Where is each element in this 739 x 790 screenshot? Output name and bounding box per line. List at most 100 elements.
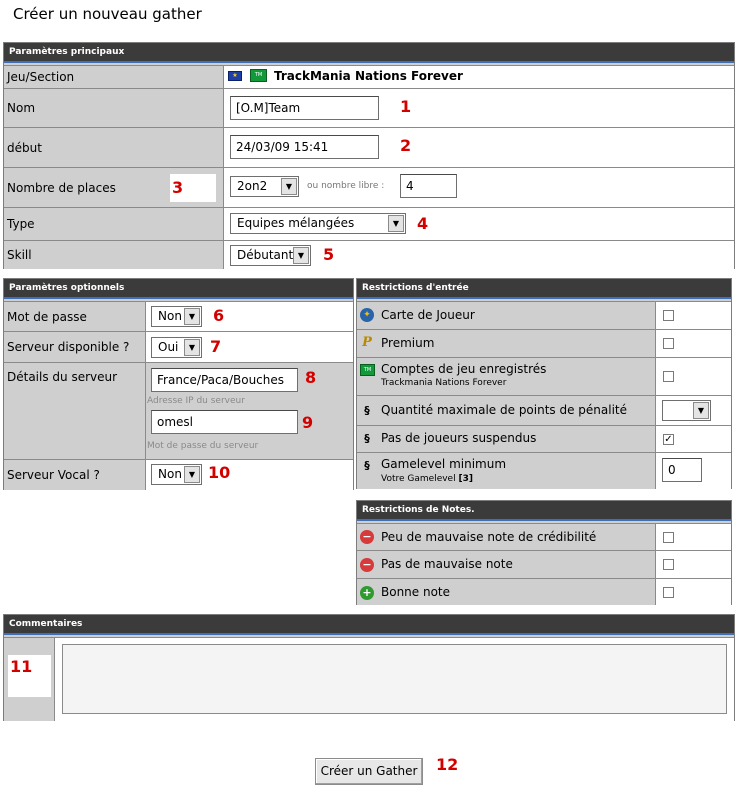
comments-row: 11 [4,637,734,721]
minus-circle-icon: − [360,558,374,572]
annotation-10: 10 [208,463,231,482]
optional-parameters-header: Paramètres optionnels [4,279,353,299]
notes-row-good: + Bonne note [357,578,731,605]
penalty-select[interactable]: ▼ [662,400,711,421]
annotation-5: 5 [323,245,335,264]
minus-circle-icon: − [360,530,374,544]
skill-label: Skill [4,241,223,269]
player-card-checkbox[interactable] [663,310,674,321]
annotation-6: 6 [213,306,225,325]
server-select-value: Oui [158,340,179,354]
create-gather-button[interactable]: Créer un Gather [315,758,423,785]
voice-select[interactable]: Non ▼ [151,464,202,485]
start-date-input[interactable]: 24/03/09 15:41 [230,135,379,159]
tmnf-logo-icon: TM [250,69,267,82]
start-row: début 24/03/09 15:41 2 [4,127,734,167]
password-select[interactable]: Non ▼ [151,306,202,327]
annotation-8: 8 [305,368,317,387]
annotation-7: 7 [210,337,222,356]
chevron-down-icon: ▼ [293,247,309,264]
game-account-checkbox[interactable] [663,371,674,382]
gamelevel-sub-prefix: Votre Gamelevel [381,474,456,484]
premium-icon: P [362,335,372,350]
chevron-down-icon: ▼ [184,339,200,356]
section-icon: § [364,432,370,445]
skill-select-value: Débutant [237,248,294,262]
type-select[interactable]: Equipes mélangées ▼ [230,213,406,234]
places-select[interactable]: 2on2 ▼ [230,176,299,197]
notes-row-no-bad: − Pas de mauvaise note [357,550,731,578]
server-details-label: Détails du serveur [4,363,145,459]
chevron-down-icon: ▼ [281,178,297,195]
type-row: Type Equipes mélangées ▼ 4 [4,207,734,240]
notes-restrictions-header: Restrictions de Notes. [357,501,731,521]
entry-row-premium: P Premium [357,329,731,357]
section-icon: § [364,459,370,472]
notes-row-credibility: − Peu de mauvaise note de crédibilité [357,523,731,550]
server-password-hint: Mot de passe du serveur [147,441,259,451]
credibility-checkbox[interactable] [663,532,674,543]
game-account-icon: TM [360,364,375,376]
comments-header: Commentaires [4,615,734,635]
chevron-down-icon: ▼ [184,466,200,483]
chevron-down-icon: ▼ [388,215,404,232]
entry-sub-game-account: Trackmania Nations Forever [381,378,507,388]
name-row: Nom [O.M]Team 1 [4,88,734,127]
entry-label-penalty: Quantité maximale de points de pénalité [381,403,628,417]
entry-row-game-account: TM Comptes de jeu enregistrés Trackmania… [357,357,731,395]
name-input[interactable]: [O.M]Team [230,96,379,120]
player-card-icon: ✦ [360,308,374,322]
entry-label-gamelevel: Gamelevel minimum [381,457,507,471]
entry-label-game-account: Comptes de jeu enregistrés [381,362,547,376]
entry-label-player-card: Carte de Joueur [381,308,475,322]
start-label: début [4,128,223,167]
voice-row: Serveur Vocal ? Non ▼ 10 [4,459,353,490]
premium-checkbox[interactable] [663,338,674,349]
annotation-2: 2 [400,136,412,155]
annotation-12: 12 [436,755,459,774]
annotation-11: 11 [10,657,33,676]
game-value: TrackMania Nations Forever [274,69,463,83]
entry-row-gamelevel: § Gamelevel minimum Votre Gamelevel [3] … [357,452,731,489]
places-free-label: ou nombre libre : [307,181,385,191]
comments-panel: Commentaires 11 [3,614,735,721]
annotation-1: 1 [400,97,412,116]
eu-flag-icon: ★ [228,71,242,81]
server-label: Serveur disponible ? [4,332,145,362]
places-free-input[interactable]: 4 [400,174,457,198]
annotation-3-box: 3 [170,174,216,202]
entry-sub-gamelevel: Votre Gamelevel [3] [381,474,473,484]
main-parameters-panel: Paramètres principaux Jeu/Section ★ TM T… [3,42,735,269]
chevron-down-icon: ▼ [693,402,709,419]
entry-row-player-card: ✦ Carte de Joueur [357,301,731,329]
voice-select-value: Non [158,467,182,481]
annotation-9: 9 [302,413,314,432]
comments-textarea[interactable] [62,644,727,714]
gamelevel-input[interactable]: 0 [662,458,702,482]
no-bad-note-checkbox[interactable] [663,559,674,570]
type-select-value: Equipes mélangées [237,216,355,230]
server-password-input[interactable]: omesl [151,410,298,434]
entry-row-penalty: § Quantité maximale de points de pénalit… [357,395,731,425]
annotation-11-box: 11 [8,655,51,697]
annotation-4: 4 [417,214,429,233]
server-details-row: Détails du serveur France/Paca/Bouches 8… [4,362,353,459]
suspended-checkbox[interactable]: ✓ [663,434,674,445]
gamelevel-sub-value: [3] [458,474,473,484]
name-label: Nom [4,89,223,127]
plus-circle-icon: + [360,586,374,600]
annotation-3: 3 [172,178,184,197]
notes-restrictions-panel: Restrictions de Notes. − Peu de mauvaise… [356,500,732,605]
page-title: Créer un nouveau gather [13,5,202,23]
server-select[interactable]: Oui ▼ [151,337,202,358]
skill-select[interactable]: Débutant ▼ [230,245,311,266]
places-select-value: 2on2 [237,179,268,193]
type-label: Type [4,208,223,240]
server-ip-hint: Adresse IP du serveur [147,396,245,406]
notes-label-credibility: Peu de mauvaise note de crédibilité [381,530,597,544]
good-note-checkbox[interactable] [663,587,674,598]
password-select-value: Non [158,309,182,323]
server-ip-input[interactable]: France/Paca/Bouches [151,368,298,392]
game-row: Jeu/Section ★ TM TrackMania Nations Fore… [4,65,734,88]
places-row: Nombre de places 3 2on2 ▼ ou nombre libr… [4,167,734,207]
